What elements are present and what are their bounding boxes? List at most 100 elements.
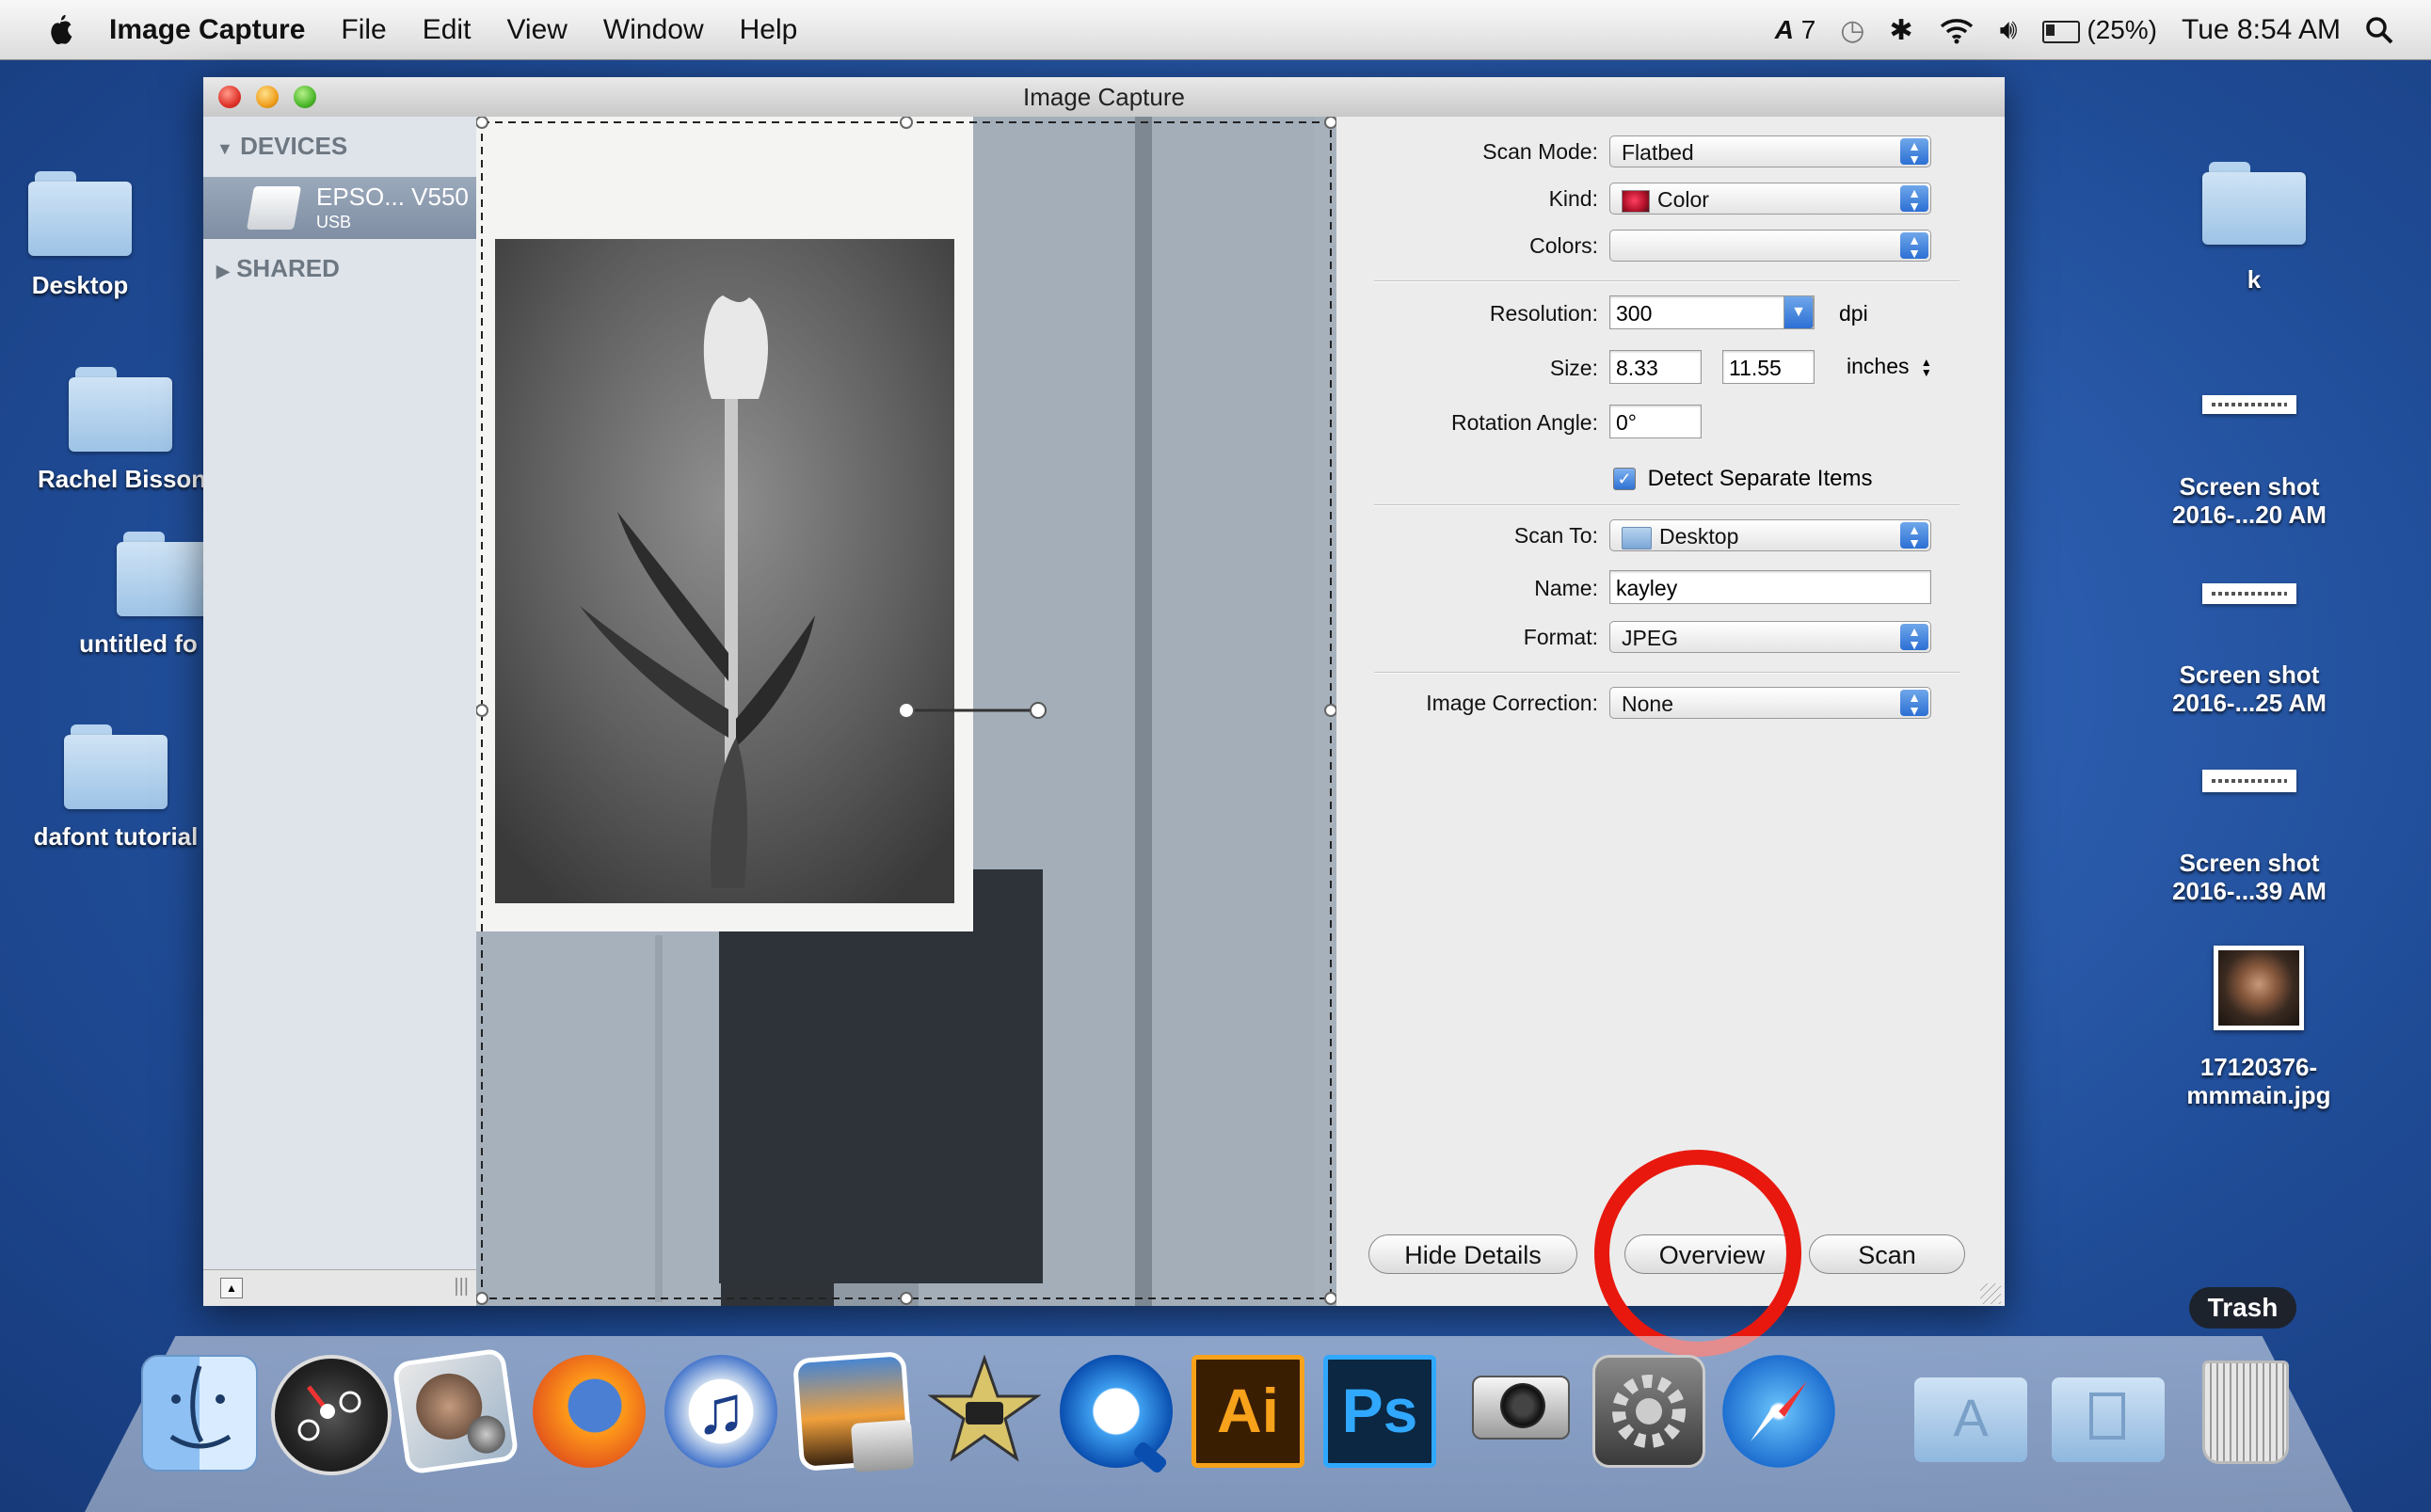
- desktop-icon-label: Screen shot: [2179, 472, 2320, 501]
- image-capture-app-icon[interactable]: [792, 1350, 915, 1473]
- folder-icon: [117, 532, 203, 616]
- rotation-angle-field[interactable]: 0°: [1609, 405, 1702, 438]
- image-capture-camera-icon[interactable]: [1464, 1355, 1577, 1468]
- scan-preview-area[interactable]: [476, 117, 1336, 1306]
- image-correction-label: Image Correction:: [1426, 691, 1598, 715]
- menu-file[interactable]: File: [341, 14, 386, 46]
- firefox-icon[interactable]: [533, 1355, 646, 1468]
- itunes-icon[interactable]: ♫: [664, 1355, 777, 1468]
- volume-icon[interactable]: 🔊︎: [2000, 14, 2018, 46]
- desktop-file-screenshot-3[interactable]: Screen shot 2016-...39 AM: [2155, 770, 2343, 905]
- music-note-icon: ♫: [696, 1373, 746, 1448]
- file-name-field[interactable]: kayley: [1609, 570, 1931, 604]
- finder-icon[interactable]: [141, 1355, 258, 1472]
- wifi-icon[interactable]: [1938, 16, 1975, 44]
- colors-label: Colors:: [1529, 233, 1598, 258]
- screenshot-thumbnail-icon: [2202, 395, 2296, 414]
- kind-popup[interactable]: Color ▲ ▼: [1609, 183, 1931, 215]
- folder-icon: [28, 171, 132, 256]
- desktop-folder-k[interactable]: k: [2183, 162, 2325, 294]
- desktop-folder-desktop[interactable]: Desktop: [19, 171, 141, 299]
- image-capture-window: Image Capture ▼ DEVICES EPSO... V550 USB…: [203, 77, 2005, 1306]
- illustrator-icon[interactable]: Ai: [1192, 1355, 1304, 1468]
- system-preferences-icon[interactable]: [1592, 1355, 1705, 1468]
- zoom-window-button[interactable]: [294, 86, 316, 108]
- documents-stack-icon[interactable]: [2052, 1355, 2165, 1468]
- desktop-icon-label: untitled fo: [79, 629, 198, 658]
- scan-to-popup[interactable]: Desktop ▲ ▼: [1609, 519, 1931, 551]
- scanner-icon: [246, 186, 302, 230]
- scan-details-panel: Scan Mode: Flatbed ▲ ▼ Kind: Color ▲ ▼ Col…: [1336, 117, 2005, 1306]
- desktop-folder-icon: [1622, 526, 1652, 549]
- desktop-file-screenshot-2[interactable]: Screen shot 2016-...25 AM: [2155, 583, 2343, 717]
- window-resize-grip-icon[interactable]: [1980, 1283, 2001, 1304]
- adobe-updater-status[interactable]: A 7: [1775, 15, 1816, 45]
- menu-clock[interactable]: Tue 8:54 AM: [2182, 14, 2341, 46]
- disclosure-triangle-closed-icon: ▶: [216, 262, 230, 280]
- desktop-file-jpg[interactable]: 17120376- mmmain.jpg: [2165, 946, 2353, 1109]
- time-machine-icon[interactable]: ◷: [1840, 14, 1864, 47]
- dashboard-icon[interactable]: [271, 1355, 392, 1475]
- desktop-icon-label: Screen shot: [2179, 661, 2320, 689]
- camera-lens-icon: [1500, 1383, 1545, 1428]
- devices-section-header[interactable]: ▼ DEVICES: [216, 132, 347, 161]
- popup-arrows-icon: ▲ ▼: [1900, 624, 1928, 651]
- menu-edit[interactable]: Edit: [423, 14, 472, 46]
- popup-arrows-icon: ▲ ▼: [1900, 522, 1928, 549]
- sidebar-resize-handle-icon[interactable]: |||: [454, 1276, 469, 1297]
- menu-window[interactable]: Window: [603, 14, 704, 46]
- hide-details-button[interactable]: Hide Details: [1368, 1234, 1577, 1274]
- size-unit-popup[interactable]: inches ▲ ▼: [1847, 354, 1932, 379]
- folder-icon: [69, 367, 172, 452]
- rotation-angle-label: Rotation Angle:: [1450, 410, 1598, 435]
- sidebar-item-scanner[interactable]: EPSO... V550 USB: [203, 177, 476, 239]
- desktop-icon-label: 2016-...39 AM: [2172, 877, 2327, 905]
- minimize-window-button[interactable]: [256, 86, 279, 108]
- desktop-folder-rachel-bisson[interactable]: Rachel Bisson: [38, 367, 203, 493]
- compass-needle-icon: [1751, 1381, 1807, 1441]
- document-icon: [2089, 1393, 2125, 1440]
- popup-arrows-icon: ▲ ▼: [1900, 138, 1928, 166]
- scan-button[interactable]: Scan: [1809, 1234, 1965, 1274]
- shared-section-header[interactable]: ▶ SHARED: [216, 254, 340, 283]
- safari-icon[interactable]: [1722, 1355, 1835, 1468]
- desktop-file-screenshot-1[interactable]: Screen shot 2016-...20 AM: [2155, 395, 2343, 529]
- image-correction-popup[interactable]: None ▲ ▼: [1609, 687, 1931, 719]
- battery-status[interactable]: (25%): [2041, 15, 2157, 45]
- desktop-folder-untitled[interactable]: untitled fo: [73, 532, 203, 658]
- detect-separate-items-checkbox[interactable]: ✓ Detect Separate Items: [1613, 465, 1872, 492]
- popup-arrows-icon: ▲ ▼: [1900, 232, 1928, 260]
- desktop-icon-label: 17120376-: [2199, 1053, 2318, 1081]
- colors-popup[interactable]: ▲ ▼: [1609, 230, 1931, 262]
- desktop-icon-label: Desktop: [31, 271, 129, 299]
- bluetooth-icon[interactable]: ✱: [1889, 14, 1912, 47]
- dashboard-gauge-icon: [297, 1385, 361, 1441]
- menu-help[interactable]: Help: [740, 14, 798, 46]
- applications-stack-icon[interactable]: A: [1914, 1355, 2027, 1468]
- menu-view[interactable]: View: [506, 14, 567, 46]
- desktop-folder-dafont-tutorial[interactable]: dafont tutorial: [28, 724, 203, 851]
- close-window-button[interactable]: [218, 86, 241, 108]
- trash-icon[interactable]: [2189, 1355, 2302, 1468]
- apple-menu-icon[interactable]: [45, 13, 75, 47]
- window-title: Image Capture: [1023, 83, 1185, 111]
- imovie-icon[interactable]: [927, 1354, 1042, 1468]
- window-titlebar[interactable]: Image Capture: [203, 77, 2005, 118]
- scan-mode-popup[interactable]: Flatbed ▲ ▼: [1609, 135, 1931, 167]
- iphoto-icon[interactable]: [392, 1347, 520, 1475]
- photoshop-icon[interactable]: Ps: [1323, 1355, 1436, 1468]
- eject-icon[interactable]: ▲: [220, 1278, 243, 1298]
- format-popup[interactable]: JPEG ▲ ▼: [1609, 621, 1931, 653]
- resolution-unit: dpi: [1839, 301, 1868, 326]
- quicktime-icon[interactable]: [1060, 1355, 1173, 1475]
- resolution-combo-field[interactable]: 300 ▼: [1609, 295, 1815, 329]
- adobe-icon: A: [1774, 15, 1794, 44]
- finder-face-icon: [169, 1365, 232, 1449]
- size-height-field[interactable]: 11.55: [1722, 350, 1815, 384]
- resolution-dropdown-button[interactable]: ▼: [1783, 295, 1814, 329]
- format-label: Format:: [1523, 625, 1598, 649]
- app-menu[interactable]: Image Capture: [109, 14, 305, 46]
- spotlight-search-icon[interactable]: [2365, 16, 2393, 44]
- scan-to-label: Scan To:: [1513, 523, 1598, 548]
- size-width-field[interactable]: 8.33: [1609, 350, 1702, 384]
